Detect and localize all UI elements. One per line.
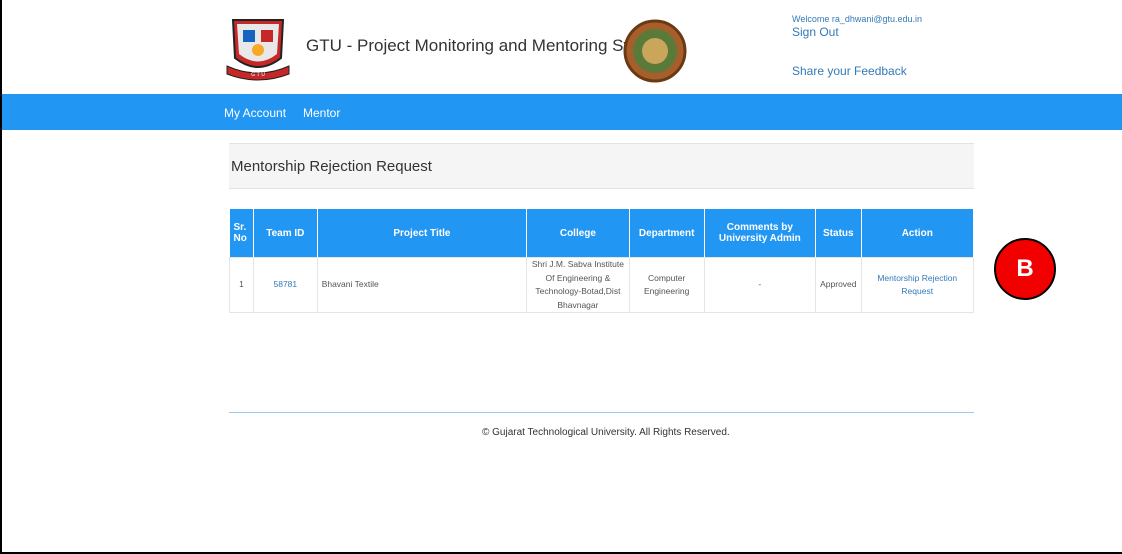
table-header-row: Sr. No Team ID Project Title College Dep… xyxy=(229,209,974,258)
feedback-link[interactable]: Share your Feedback xyxy=(792,64,907,78)
page-title: Mentorship Rejection Request xyxy=(231,158,432,175)
app-title: GTU - Project Monitoring and Mentoring S… xyxy=(306,36,669,55)
col-header-action: Action xyxy=(861,209,974,258)
col-header-project-title: Project Title xyxy=(317,209,528,258)
cell-project-title: Bhavani Textile xyxy=(316,256,528,314)
cell-sr-no: 1 xyxy=(229,256,254,314)
col-header-sr-no: Sr. No xyxy=(229,209,254,258)
annotation-badge: B xyxy=(994,238,1056,300)
gtu-crest-logo[interactable]: G T U xyxy=(223,14,293,84)
col-header-department: Department xyxy=(629,209,705,258)
sign-out-link[interactable]: Sign Out xyxy=(792,25,839,39)
welcome-text: Welcome ra_dhwani@gtu.edu.in xyxy=(792,14,923,24)
cell-department: Computer Engineering xyxy=(628,256,705,314)
col-header-team-id: Team ID xyxy=(253,209,318,258)
cell-status: Approved xyxy=(815,256,862,314)
col-header-comments: Comments by University Admin xyxy=(704,209,817,258)
mentorship-rejection-request-link[interactable]: Mentorship Rejection Request xyxy=(860,256,974,314)
nav-mentor[interactable]: Mentor xyxy=(303,106,340,120)
footer-divider xyxy=(229,412,974,413)
round-seal-logo xyxy=(623,19,687,83)
svg-text:G T U: G T U xyxy=(251,72,265,78)
table-row: 1 58781 Bhavani Textile Shri J.M. Sabva … xyxy=(229,256,974,314)
mentorship-table: Sr. No Team ID Project Title College Dep… xyxy=(229,209,974,314)
col-header-status: Status xyxy=(815,209,862,258)
cell-comments: - xyxy=(703,256,817,314)
col-header-college: College xyxy=(526,209,630,258)
team-id-link[interactable]: 58781 xyxy=(252,256,318,314)
header: G T U GTU - Project Monitoring and Mento… xyxy=(2,0,1122,94)
navbar: My Account Mentor xyxy=(2,94,1122,130)
page-title-panel: Mentorship Rejection Request xyxy=(229,143,974,189)
nav-my-account[interactable]: My Account xyxy=(224,106,286,120)
footer-copyright: © Gujarat Technological University. All … xyxy=(482,427,730,438)
cell-college: Shri J.M. Sabva Institute Of Engineering… xyxy=(526,256,630,314)
